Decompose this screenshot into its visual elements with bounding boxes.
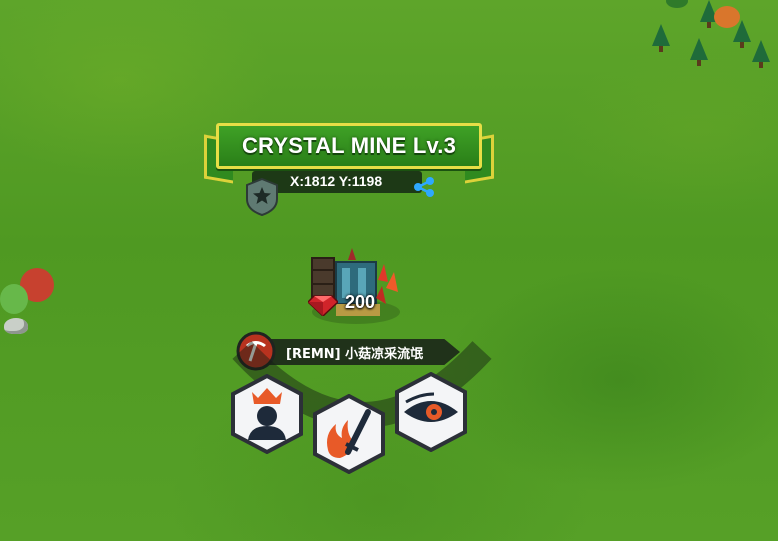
crowned-silhouette-icon xyxy=(231,373,303,455)
rock xyxy=(4,318,28,334)
star-shield-icon[interactable] xyxy=(244,177,280,217)
shrub xyxy=(666,0,688,8)
pine-tree xyxy=(752,40,770,68)
crystal-mine-building[interactable] xyxy=(306,248,406,328)
pine-tree xyxy=(652,24,670,52)
flame-sword-icon xyxy=(313,393,385,475)
ruby-gem-icon xyxy=(308,295,338,316)
pine-tree xyxy=(690,38,708,66)
building-title: CRYSTAL MINE Lv.3 xyxy=(241,133,457,158)
world-map[interactable]: CRYSTAL MINE Lv.3 X:1812 Y:1198 200 [REM… xyxy=(0,0,778,541)
eye-icon xyxy=(395,371,467,453)
shrub xyxy=(0,284,28,314)
building-banner[interactable]: CRYSTAL MINE Lv.3 X:1812 Y:1198 xyxy=(204,121,494,217)
attack-action-button[interactable] xyxy=(312,393,386,475)
autumn-shrub xyxy=(714,6,740,28)
scout-action-button[interactable] xyxy=(394,371,468,453)
commander-action-button[interactable] xyxy=(230,373,304,455)
resource-amount: 200 xyxy=(345,292,376,312)
coordinates-label[interactable]: X:1812 Y:1198 xyxy=(290,173,382,189)
share-icon[interactable] xyxy=(410,176,438,198)
